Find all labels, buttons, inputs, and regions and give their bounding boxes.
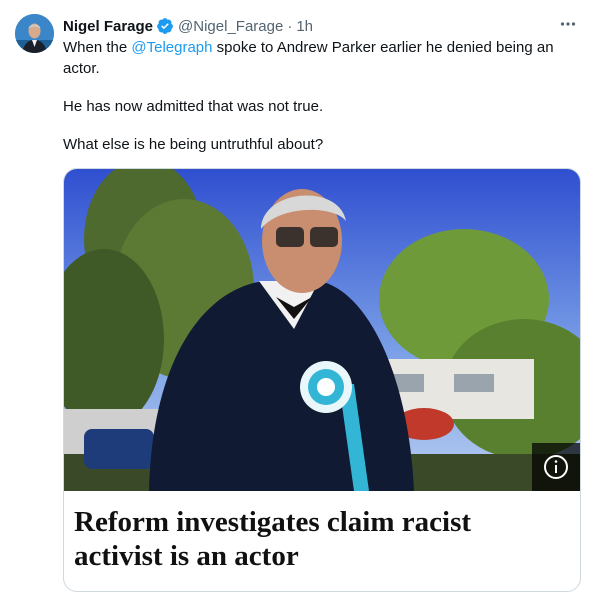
tweet-paragraph-1: When the @Telegraph spoke to Andrew Park… [63,37,573,79]
tweet[interactable]: Nigel Farage @Nigel_Farage · 1h When the… [0,0,600,592]
handle[interactable]: @Nigel_Farage [178,18,283,35]
mention-link[interactable]: @Telegraph [131,39,212,56]
card-image[interactable] [64,169,580,491]
info-icon[interactable] [532,443,580,491]
tweet-text: When the @Telegraph spoke to Andrew Park… [63,37,573,155]
card-headline[interactable]: Reform investigates claim racist activis… [74,505,564,573]
text-segment: When the [63,39,132,56]
link-card[interactable]: Reform investigates claim racist activis… [63,168,581,592]
timestamp[interactable]: 1h [296,18,313,35]
more-options-icon[interactable] [558,14,578,34]
verified-badge-icon [156,17,174,35]
avatar-photo [15,14,54,53]
avatar[interactable] [15,14,54,53]
separator: · [287,17,293,35]
display-name[interactable]: Nigel Farage [63,18,153,35]
tweet-paragraph-3: What else is he being untruthful about? [63,136,324,153]
tweet-paragraph-2: He has now admitted that was not true. [63,98,324,115]
tweet-header: Nigel Farage @Nigel_Farage · 1h [63,16,313,36]
